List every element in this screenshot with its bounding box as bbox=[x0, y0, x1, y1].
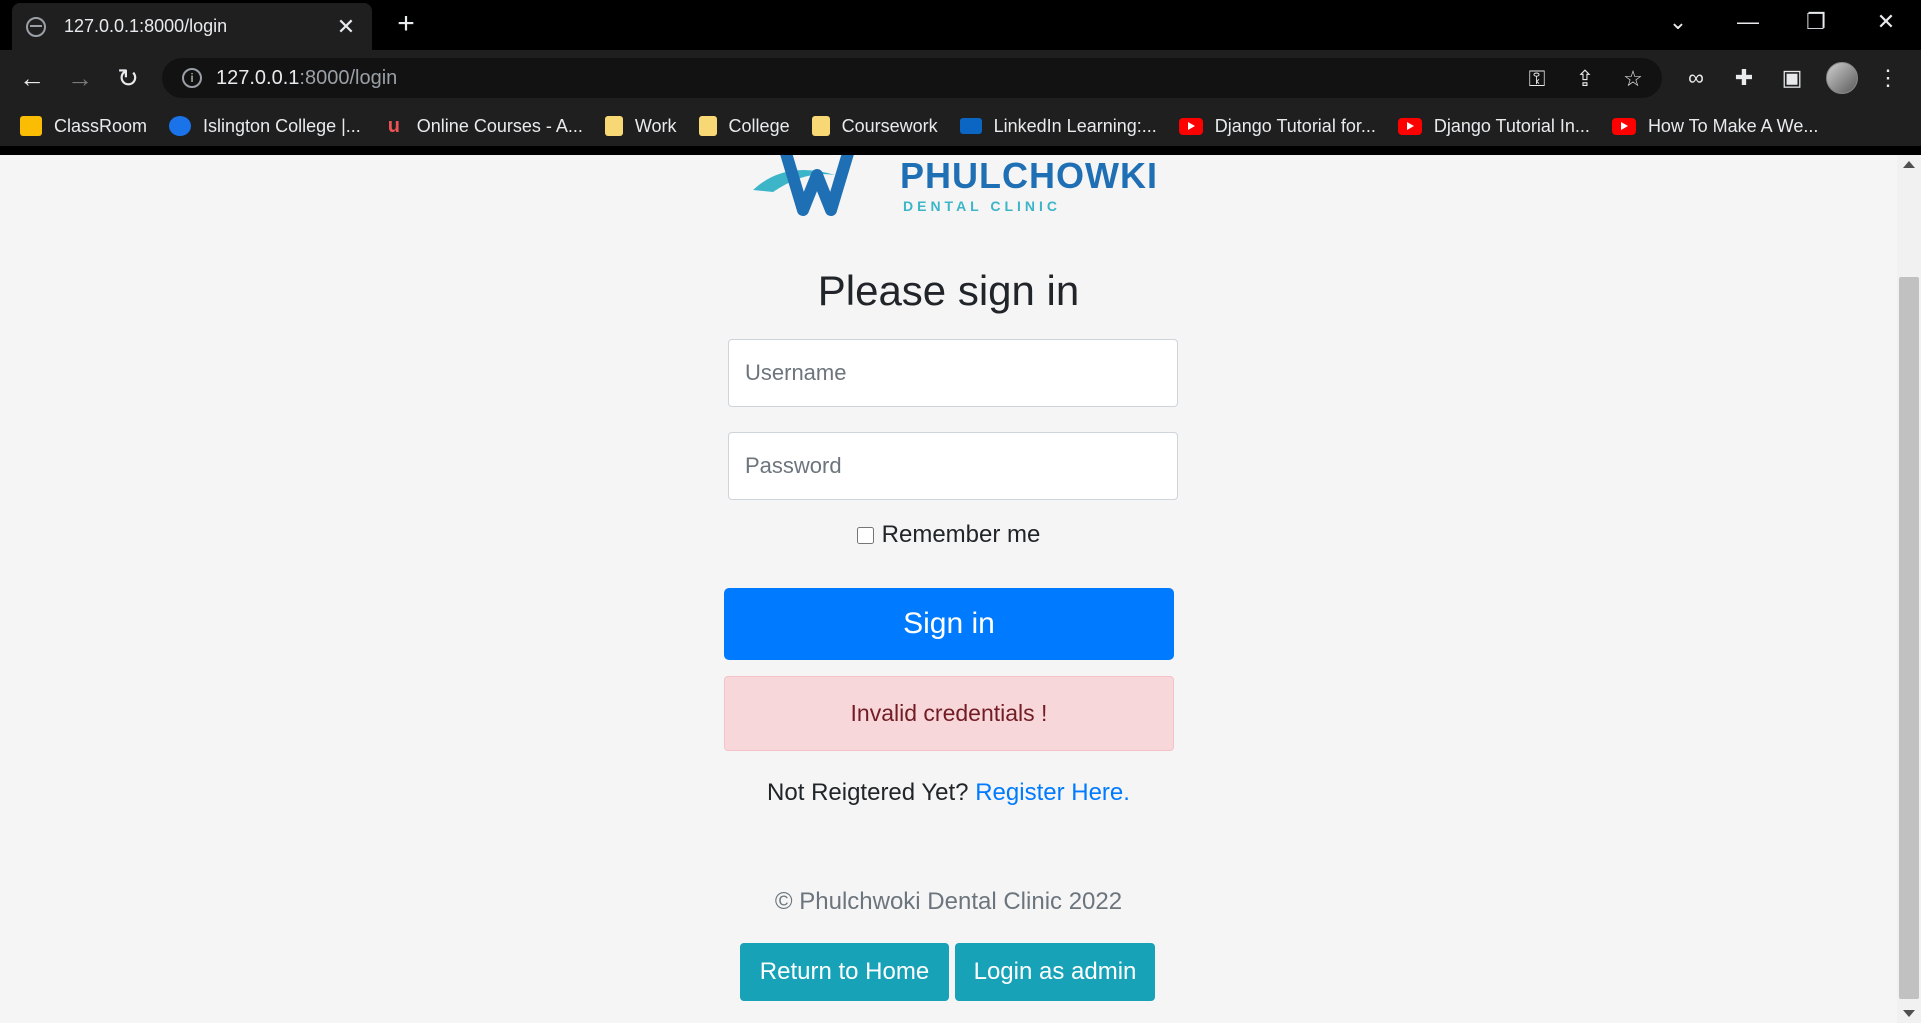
browser-toolbar: ← → ↻ i 127.0.0.1:8000/login ⚿ ⇪ ☆ ∞ ✚ ▣… bbox=[0, 50, 1921, 106]
menu-kebab-icon[interactable]: ⋮ bbox=[1872, 62, 1904, 94]
profile-avatar[interactable] bbox=[1826, 62, 1858, 94]
reload-icon[interactable]: ↻ bbox=[110, 60, 146, 96]
back-icon[interactable]: ← bbox=[14, 60, 50, 96]
bookmark-islington[interactable]: Islington College |... bbox=[169, 116, 361, 137]
page-scrollbar[interactable] bbox=[1897, 155, 1921, 1023]
bookmark-classroom[interactable]: ClassRoom bbox=[20, 116, 147, 137]
bookmark-label: Coursework bbox=[841, 115, 938, 136]
bookmark-linkedin[interactable]: LinkedIn Learning:... bbox=[959, 115, 1157, 137]
restore-button[interactable]: ❐ bbox=[1786, 4, 1846, 40]
login-page: PHULCHOWKI DENTAL CLINIC Please sign in … bbox=[0, 155, 1897, 1023]
bookmark-label: Work bbox=[634, 115, 677, 136]
login-admin-button[interactable]: Login as admin bbox=[955, 943, 1155, 1001]
password-input[interactable] bbox=[728, 432, 1178, 500]
remember-me-label: Remember me bbox=[881, 521, 1041, 548]
bookmark-label: College bbox=[728, 115, 790, 136]
forward-icon[interactable]: → bbox=[62, 60, 98, 96]
register-prompt-text: Not Reigtered Yet? bbox=[767, 779, 969, 806]
side-panel-icon[interactable]: ▣ bbox=[1776, 62, 1808, 94]
remember-me-checkbox[interactable] bbox=[856, 526, 874, 544]
remember-me: Remember me bbox=[0, 521, 1897, 549]
youtube-icon bbox=[1611, 117, 1636, 135]
bookmark-work[interactable]: Work bbox=[604, 115, 677, 137]
bookmark-star-icon[interactable]: ☆ bbox=[1620, 66, 1646, 92]
logo-subtitle: DENTAL CLINIC bbox=[903, 198, 1062, 214]
new-tab-button[interactable]: + bbox=[390, 8, 422, 40]
tab-search-icon[interactable]: ⌄ bbox=[1648, 4, 1708, 40]
linkedin-learning-icon bbox=[959, 118, 982, 134]
bookmark-label: Django Tutorial for... bbox=[1214, 115, 1376, 136]
browser-window: 127.0.0.1:8000/login ✕ + ⌄ — ❐ ✕ ← → ↻ i… bbox=[0, 0, 1921, 1023]
islington-icon bbox=[169, 116, 192, 136]
bookmark-coursework[interactable]: Coursework bbox=[811, 115, 938, 137]
share-icon[interactable]: ⇪ bbox=[1572, 66, 1598, 92]
globe-icon bbox=[26, 16, 46, 37]
youtube-icon bbox=[1178, 117, 1203, 135]
browser-chrome: 127.0.0.1:8000/login ✕ + ⌄ — ❐ ✕ ← → ↻ i… bbox=[0, 0, 1921, 155]
clinic-logo: PHULCHOWKI DENTAL CLINIC bbox=[745, 155, 1165, 220]
bookmark-django-1[interactable]: Django Tutorial for... bbox=[1178, 115, 1376, 137]
url-host: 127.0.0.1 bbox=[216, 66, 300, 89]
register-prompt: Not Reigtered Yet? Register Here. bbox=[0, 779, 1897, 807]
bookmark-how-to-make[interactable]: How To Make A We... bbox=[1611, 115, 1819, 137]
youtube-icon bbox=[1397, 117, 1422, 135]
site-info-icon[interactable]: i bbox=[182, 68, 202, 88]
scroll-up-icon[interactable] bbox=[1903, 161, 1915, 168]
tooth-logo-icon bbox=[753, 155, 854, 216]
bookmark-label: Online Courses - A... bbox=[416, 115, 583, 136]
scroll-down-icon[interactable] bbox=[1903, 1010, 1915, 1017]
url-path: :8000/login bbox=[299, 66, 398, 89]
username-input[interactable] bbox=[728, 339, 1178, 407]
footer-copyright: © Phulchwoki Dental Clinic 2022 bbox=[774, 888, 1123, 915]
folder-icon bbox=[604, 116, 623, 136]
key-icon[interactable]: ⚿ bbox=[1524, 66, 1550, 92]
sign-in-button[interactable]: Sign in bbox=[724, 588, 1174, 660]
tab-strip: 127.0.0.1:8000/login ✕ + ⌄ — ❐ ✕ bbox=[0, 0, 1921, 50]
return-home-button[interactable]: Return to Home bbox=[740, 943, 949, 1001]
close-window-button[interactable]: ✕ bbox=[1856, 4, 1916, 40]
logo-name: PHULCHOWKI bbox=[900, 155, 1158, 196]
bookmark-label: Islington College |... bbox=[203, 115, 361, 136]
folder-icon bbox=[811, 116, 830, 136]
error-alert: Invalid credentials ! bbox=[724, 676, 1174, 751]
google-classroom-icon bbox=[20, 116, 42, 136]
address-bar[interactable]: i 127.0.0.1:8000/login ⚿ ⇪ ☆ bbox=[162, 58, 1662, 98]
page-title: Please sign in bbox=[817, 267, 1080, 314]
scrollbar-thumb[interactable] bbox=[1899, 277, 1919, 999]
register-link[interactable]: Register Here. bbox=[975, 779, 1130, 806]
bookmark-udemy[interactable]: u Online Courses - A... bbox=[383, 116, 583, 137]
udemy-icon: u bbox=[387, 115, 400, 137]
bookmark-label: ClassRoom bbox=[54, 115, 148, 136]
browser-tab[interactable]: 127.0.0.1:8000/login ✕ bbox=[12, 3, 372, 50]
minimize-button[interactable]: — bbox=[1718, 4, 1778, 40]
extension-glasses-icon[interactable]: ∞ bbox=[1680, 62, 1712, 94]
bookmark-label: LinkedIn Learning:... bbox=[993, 115, 1157, 136]
extensions-puzzle-icon[interactable]: ✚ bbox=[1728, 62, 1760, 94]
folder-icon bbox=[698, 116, 717, 136]
bookmark-django-2[interactable]: Django Tutorial In... bbox=[1397, 115, 1590, 137]
close-tab-icon[interactable]: ✕ bbox=[334, 14, 358, 40]
bookmark-label: How To Make A We... bbox=[1647, 115, 1819, 136]
bookmark-label: Django Tutorial In... bbox=[1433, 115, 1590, 136]
tab-title: 127.0.0.1:8000/login bbox=[64, 16, 228, 36]
bookmark-college[interactable]: College bbox=[698, 115, 790, 137]
bookmarks-bar: ClassRoom Islington College |... u Onlin… bbox=[0, 106, 1921, 146]
